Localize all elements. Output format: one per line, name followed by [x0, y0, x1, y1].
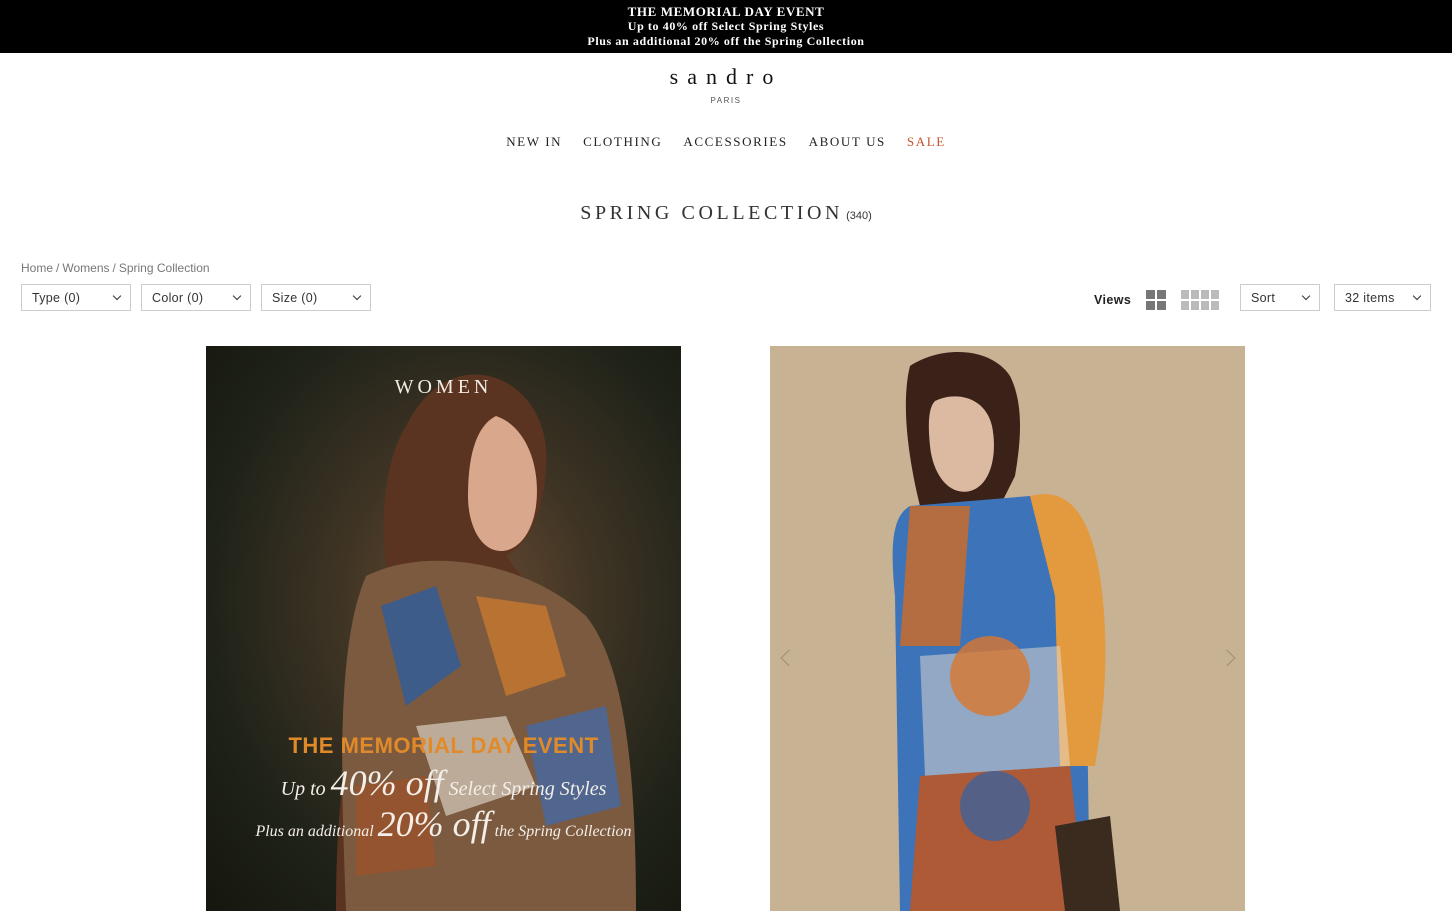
chevron-down-icon	[112, 291, 122, 301]
nav-accessories[interactable]: ACCESSORIES	[683, 134, 787, 150]
banner-women-label: WOMEN	[394, 376, 493, 398]
items-per-page-label: 32 items	[1345, 290, 1395, 305]
chevron-down-icon	[352, 291, 362, 301]
banner-l2-big: 40% off	[330, 763, 444, 803]
banner-l3-pre: Plus an additional	[255, 823, 378, 840]
banner-l2-post: Select Spring Styles	[443, 778, 607, 800]
promo-line-2: Up to 40% off Select Spring Styles	[627, 19, 825, 33]
filter-size-label: Size (0)	[272, 290, 318, 305]
filter-type-dropdown[interactable]: Type (0)	[21, 284, 131, 311]
site-logo[interactable]: sandro PARIS	[0, 64, 1452, 105]
nav-new-in[interactable]: NEW IN	[506, 134, 562, 150]
grid-2-view-icon[interactable]	[1146, 290, 1166, 310]
chevron-down-icon	[1412, 291, 1422, 301]
page-title-text: SPRING COLLECTION	[580, 202, 844, 224]
promo-line-1: THE MEMORIAL DAY EVENT	[627, 4, 825, 19]
product-image[interactable]	[770, 346, 1245, 911]
banner-line-2: Up to 40% off Select Spring Styles	[206, 762, 681, 804]
nav-sale[interactable]: SALE	[907, 134, 946, 150]
logo-city: PARIS	[710, 96, 742, 105]
logo-brand: sandro	[669, 64, 783, 89]
breadcrumb: Home / Womens / Spring Collection	[21, 261, 210, 275]
sort-dropdown[interactable]: Sort	[1240, 284, 1320, 311]
nav-about-us[interactable]: ABOUT US	[809, 134, 886, 150]
filter-size-dropdown[interactable]: Size (0)	[261, 284, 371, 311]
breadcrumb-separator: /	[112, 261, 116, 275]
filter-type-label: Type (0)	[32, 290, 81, 305]
breadcrumb-womens[interactable]: Womens	[62, 261, 109, 275]
sort-label: Sort	[1251, 290, 1276, 305]
promo-line-3: Plus an additional 20% off the Spring Co…	[587, 34, 865, 48]
banner-l3-big: 20% off	[377, 804, 491, 844]
nav-clothing[interactable]: CLOTHING	[583, 134, 662, 150]
grid-4-view-icon[interactable]	[1181, 290, 1219, 310]
promo-banner[interactable]: THE MEMORIAL DAY EVENT Up to 40% off Sel…	[0, 0, 1452, 53]
chevron-down-icon	[232, 291, 242, 301]
main-nav: NEW IN CLOTHING ACCESSORIES ABOUT US SAL…	[0, 134, 1452, 150]
banner-line-3: Plus an additional 20% off the Spring Co…	[206, 803, 681, 845]
banner-headline: THE MEMORIAL DAY EVENT	[288, 733, 599, 758]
page-title: SPRING COLLECTION (340)	[0, 202, 1452, 225]
items-per-page-dropdown[interactable]: 32 items	[1334, 284, 1431, 311]
filter-color-dropdown[interactable]: Color (0)	[141, 284, 251, 311]
model-photo-illustration	[892, 352, 1120, 911]
banner-l2-pre: Up to	[280, 778, 331, 800]
views-label: Views	[1094, 293, 1132, 307]
breadcrumb-separator: /	[56, 261, 60, 275]
breadcrumb-current: Spring Collection	[118, 261, 210, 275]
banner-l3-post: the Spring Collection	[490, 823, 632, 840]
chevron-down-icon	[1301, 291, 1311, 301]
filter-color-label: Color (0)	[152, 290, 204, 305]
product-count: (340)	[846, 210, 872, 222]
breadcrumb-home[interactable]: Home	[21, 261, 53, 275]
